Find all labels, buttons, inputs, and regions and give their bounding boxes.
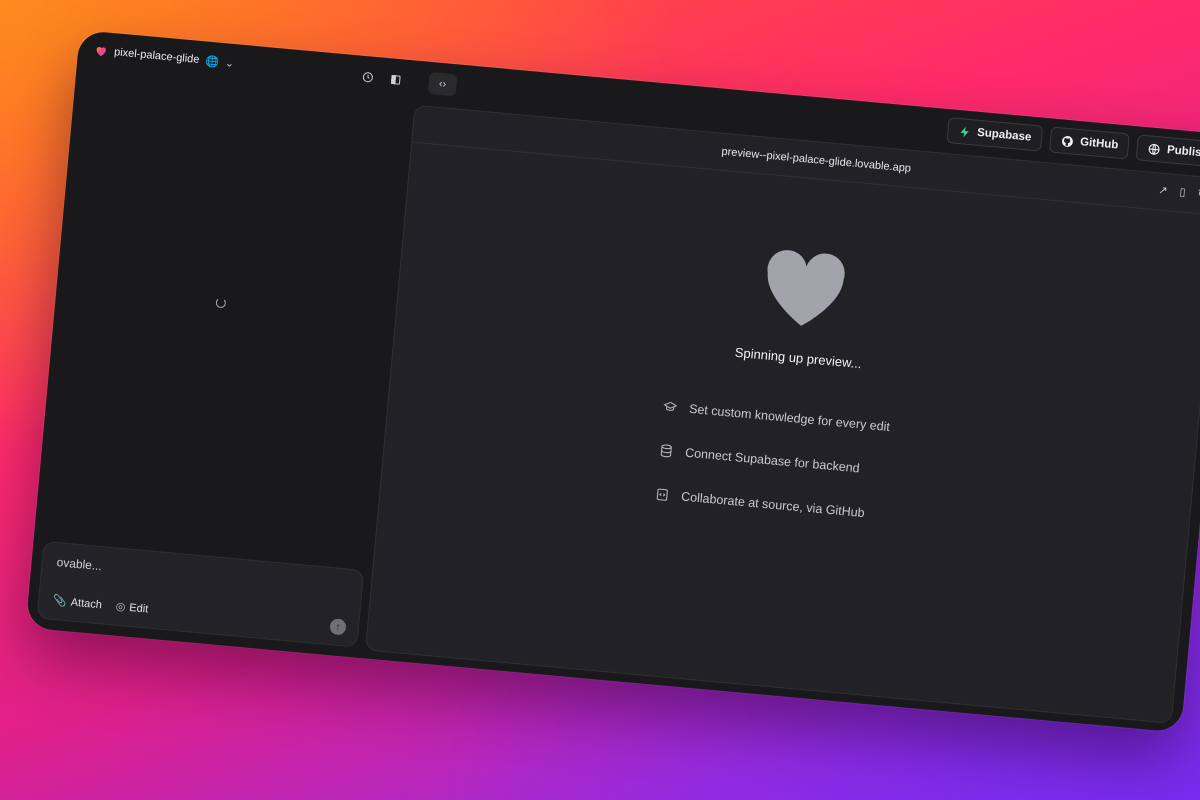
github-label: GitHub — [1079, 136, 1119, 152]
target-icon: ◎ — [115, 600, 126, 614]
github-icon — [1062, 135, 1074, 147]
database-icon — [660, 444, 672, 458]
tip-item: Connect Supabase for backend — [659, 443, 919, 481]
chat-input[interactable]: ovable... — [56, 555, 102, 573]
edit-button[interactable]: ◎ Edit — [115, 600, 149, 616]
lovable-logo-icon — [96, 47, 106, 57]
graduation-cap-icon — [663, 401, 678, 411]
sidebar-icon — [390, 74, 401, 85]
heart-icon — [767, 250, 845, 326]
publish-button[interactable]: Publish — [1136, 134, 1200, 168]
app-window: pixel-palace-glide 🌐 ⌄ ‹› Supabase GitHu… — [25, 30, 1200, 733]
supabase-button[interactable]: Supabase — [946, 117, 1044, 152]
attach-button[interactable]: 📎 Attach — [53, 594, 103, 611]
tip-text: Set custom knowledge for every edit — [688, 401, 891, 435]
github-button[interactable]: GitHub — [1049, 126, 1131, 160]
globe-icon — [1149, 143, 1161, 155]
loading-spinner-icon — [215, 297, 227, 309]
preview-controls: ↗ ▯ ↻ — [1158, 183, 1200, 200]
supabase-label: Supabase — [976, 126, 1032, 144]
code-icon: ‹› — [438, 77, 447, 91]
code-view-button[interactable]: ‹› — [427, 71, 458, 97]
chat-panel: ovable... 📎 Attach ◎ Edit ↑ — [26, 74, 415, 659]
project-selector[interactable]: pixel-palace-glide 🌐 ⌄ — [94, 43, 235, 70]
composer-actions: 📎 Attach ◎ Edit — [53, 594, 149, 616]
publish-label: Publish — [1166, 144, 1200, 160]
chat-composer[interactable]: ovable... 📎 Attach ◎ Edit ↑ — [36, 540, 365, 648]
edit-label: Edit — [128, 601, 149, 616]
project-name: pixel-palace-glide — [113, 46, 200, 66]
tip-text: Connect Supabase for backend — [684, 445, 861, 476]
arrow-up-icon: ↑ — [334, 621, 341, 633]
send-button[interactable]: ↑ — [329, 618, 347, 636]
open-external-icon[interactable]: ↗ — [1158, 183, 1168, 197]
globe-icon[interactable]: 🌐 — [205, 54, 220, 68]
code-file-icon — [656, 488, 668, 501]
supabase-icon — [960, 126, 969, 137]
preview-url[interactable]: preview--pixel-palace-glide.lovable.app — [721, 146, 911, 175]
paperclip-icon: 📎 — [52, 594, 68, 609]
sidebar-toggle-button[interactable] — [384, 68, 408, 92]
tip-item: Collaborate at source, via GitHub — [655, 487, 915, 525]
toolbar: ‹› — [356, 65, 458, 97]
history-icon — [362, 72, 373, 83]
tip-text: Collaborate at source, via GitHub — [680, 489, 866, 521]
preview-loading-state: Spinning up preview... Set custom knowle… — [379, 215, 1200, 579]
attach-label: Attach — [70, 596, 103, 612]
history-button[interactable] — [356, 65, 380, 89]
tip-item: Set custom knowledge for every edit — [663, 399, 923, 437]
mobile-view-icon[interactable]: ▯ — [1179, 185, 1186, 199]
tips-list: Set custom knowledge for every edit Conn… — [655, 399, 923, 524]
chevron-down-icon[interactable]: ⌄ — [224, 56, 234, 70]
preview-panel: preview--pixel-palace-glide.lovable.app … — [364, 104, 1200, 724]
